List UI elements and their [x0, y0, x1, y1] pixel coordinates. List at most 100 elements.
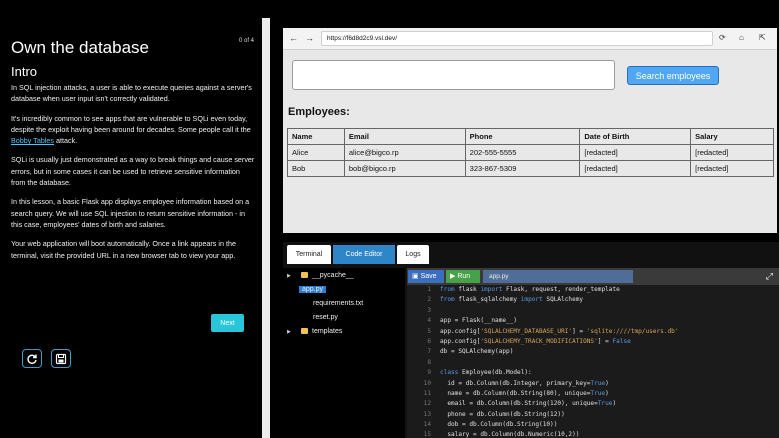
lesson-subtitle: Intro: [11, 64, 38, 79]
cell-name: Bob: [287, 160, 345, 177]
file-tree: ▶ __pycache__ app.py requirements.txt re…: [283, 268, 405, 438]
workspace-tabs: Terminal Code Editor Logs: [283, 242, 779, 264]
tree-item-label: templates: [312, 328, 343, 335]
column-header: Date of Birth: [579, 128, 692, 145]
tree-item-label: reset.py: [313, 314, 338, 321]
line-number: 10: [423, 379, 431, 387]
search-input[interactable]: [292, 60, 615, 90]
save-progress-button[interactable]: [51, 349, 71, 368]
line-number: 5: [427, 327, 431, 335]
code-text: name = db.Column(db.String(80), unique=T…: [440, 389, 609, 397]
next-button[interactable]: Next: [211, 314, 244, 332]
code-line[interactable]: 12 email = db.Column(db.String(120), uni…: [407, 399, 779, 409]
tree-item-label: app.py: [299, 286, 327, 293]
forward-arrow-icon[interactable]: →: [305, 33, 314, 43]
url-field[interactable]: https://f6d8d2c9.vsl.dev/: [321, 31, 713, 46]
expand-icon[interactable]: ⤢: [766, 270, 773, 283]
lesson-paragraph: Your web application will boot automatic…: [11, 239, 236, 260]
column-header: Phone: [464, 128, 581, 145]
tree-folder-pycache[interactable]: ▶ __pycache__: [283, 270, 405, 282]
code-line[interactable]: 2 from flask_sqlalchemy import SQLAlchemy: [407, 295, 779, 305]
line-number: 6: [427, 337, 431, 345]
cell-phone: 202-555-5555: [464, 144, 581, 161]
tab-terminal[interactable]: Terminal: [287, 245, 331, 264]
cell-dob: [redacted]: [579, 144, 692, 161]
bobby-tables-link[interactable]: Bobby Tables: [11, 136, 54, 145]
reload-icon[interactable]: ⟳: [719, 33, 726, 42]
cell-phone: 323-867-5309: [464, 160, 581, 177]
save-button[interactable]: ▣ Save: [408, 270, 444, 283]
tab-logs[interactable]: Logs: [397, 245, 429, 264]
code-line[interactable]: 13 phone = db.Column(db.String(12)): [407, 410, 779, 420]
code-text: app.config['SQLALCHEMY_DATABASE_URI'] = …: [440, 327, 679, 335]
line-number: 15: [423, 431, 431, 438]
search-employees-button[interactable]: Search employees: [627, 66, 719, 85]
browser-window: ← → https://f6d8d2c9.vsl.dev/ ⟳ ⌂ ⇱ Sear…: [283, 28, 777, 233]
line-number: 3: [427, 306, 431, 314]
line-number: 7: [427, 348, 431, 356]
line-number: 1: [427, 286, 431, 293]
table-row: Alice alice@bigco.rp 202-555-5555 [redac…: [287, 144, 774, 161]
line-number: 11: [423, 389, 431, 397]
lesson-paragraph: In this lesson, a basic Flask app displa…: [11, 197, 250, 229]
code-line[interactable]: 15 salary = db.Column(db.Numeric(10,2)): [407, 430, 779, 438]
code-line[interactable]: 9 class Employee(db.Model):: [407, 368, 779, 378]
lesson-panel: Own the database 0 of 4 Intro In SQL inj…: [0, 0, 262, 438]
save-label: Save: [420, 273, 437, 280]
code-line[interactable]: 10 id = db.Column(db.Integer, primary_ke…: [407, 379, 779, 389]
code-line[interactable]: 5 app.config['SQLALCHEMY_DATABASE_URI'] =…: [407, 327, 779, 337]
reset-button[interactable]: [22, 349, 42, 368]
lesson-text: It's incredibly common to see apps that …: [11, 113, 251, 134]
code-line[interactable]: 1 from flask import Flask, request, rende…: [407, 285, 779, 295]
cell-salary: [redacted]: [690, 144, 774, 161]
line-number: 14: [423, 421, 431, 429]
cell-email: bob@bigco.rp: [343, 160, 466, 177]
run-label: Run: [457, 273, 471, 280]
code-line[interactable]: 4 app = Flask(__name__): [407, 316, 779, 326]
chevron-right-icon: ▶: [287, 329, 291, 335]
employees-table: Name Email Phone Date of Birth Salary Al…: [287, 128, 774, 177]
tree-folder-templates[interactable]: ▶ templates: [283, 326, 405, 338]
floppy-icon: ▣: [412, 273, 421, 280]
code-line[interactable]: 11 name = db.Column(db.String(80), uniqu…: [407, 389, 779, 399]
code-text: db = SQLAlchemy(app): [440, 348, 514, 356]
panel-divider[interactable]: [262, 18, 270, 438]
cell-email: alice@bigco.rp: [343, 144, 466, 161]
line-number: 2: [427, 296, 431, 304]
lesson-step-counter: 0 of 4: [238, 38, 254, 44]
cell-salary: [redacted]: [690, 160, 774, 177]
column-header: Name: [287, 128, 345, 145]
run-button[interactable]: ▶ Run: [446, 270, 480, 283]
code-line[interactable]: 14 dob = db.Column(db.String(10)): [407, 420, 779, 430]
tab-code-editor[interactable]: Code Editor: [333, 245, 395, 264]
code-line[interactable]: 7 db = SQLAlchemy(app): [407, 347, 779, 357]
open-file-tab[interactable]: app.py: [483, 270, 633, 283]
code-text: app.config['SQLALCHEMY_TRACK_MODIFICATIO…: [440, 337, 631, 345]
column-header: Email: [343, 128, 466, 145]
lesson-title: Own the database: [11, 38, 149, 57]
tree-item-label: __pycache__: [312, 272, 354, 279]
back-arrow-icon[interactable]: ←: [289, 33, 298, 43]
workspace-panel: Terminal Code Editor Logs ▶ __pycache__ …: [283, 242, 779, 438]
code-line[interactable]: 8: [407, 358, 779, 368]
folder-icon: [301, 272, 308, 279]
tree-item-label: requirements.txt: [313, 300, 364, 307]
web-page: Search employees Employees: Name Email P…: [283, 50, 777, 233]
code-line[interactable]: 3: [407, 306, 779, 316]
code-line[interactable]: 6 app.config['SQLALCHEMY_TRACK_MODIFICATI…: [407, 337, 779, 347]
tree-file-app[interactable]: app.py: [299, 284, 327, 296]
line-number: 13: [423, 410, 431, 418]
code-area[interactable]: 1 from flask import Flask, request, rende…: [407, 285, 779, 438]
code-text: id = db.Column(db.Integer, primary_key=T…: [440, 379, 609, 387]
save-icon: [55, 353, 67, 364]
lesson-body: In SQL injection attacks, a user is able…: [11, 82, 255, 269]
open-external-icon[interactable]: ⇱: [759, 33, 766, 42]
tree-file-reset[interactable]: reset.py: [313, 312, 338, 324]
code-text: class Employee(db.Model):: [440, 369, 532, 377]
editor-toolbar: ▣ Save ▶ Run app.py ⤢: [407, 268, 779, 285]
address-bar: ← → https://f6d8d2c9.vsl.dev/ ⟳ ⌂ ⇱: [283, 28, 777, 50]
lesson-paragraph: It's incredibly common to see apps that …: [11, 113, 255, 147]
tree-file-requirements[interactable]: requirements.txt: [313, 298, 363, 310]
home-icon[interactable]: ⌂: [739, 33, 744, 42]
cell-name: Alice: [287, 144, 345, 161]
